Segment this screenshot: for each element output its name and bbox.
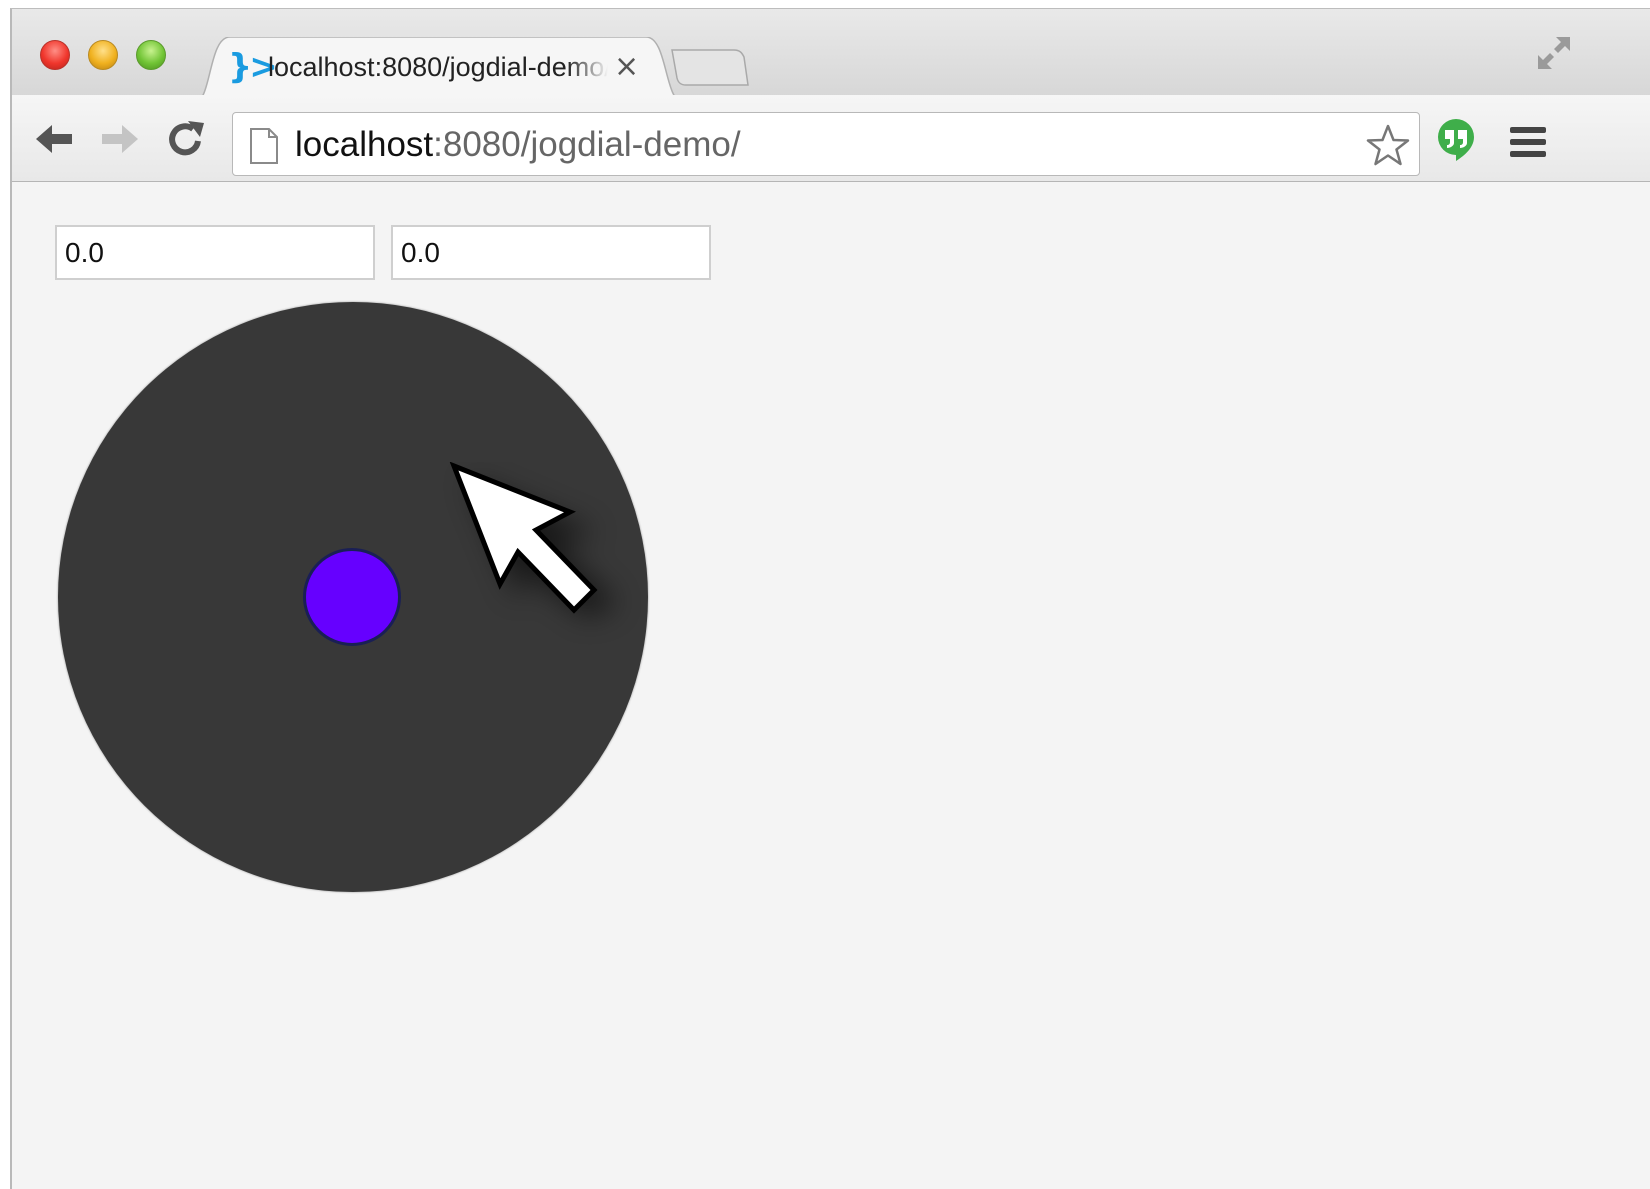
- tab-close-icon[interactable]: ×: [614, 49, 639, 84]
- new-tab-button[interactable]: [670, 47, 750, 89]
- y-value-input[interactable]: [391, 225, 711, 280]
- fullscreen-icon[interactable]: [1534, 33, 1574, 73]
- address-bar[interactable]: localhost:8080/jogdial-demo/: [232, 112, 1420, 176]
- tab-strip: }> localhost:8080/jogdial-demo/ ×: [12, 9, 1650, 103]
- page-icon: [250, 128, 278, 164]
- hamburger-menu-icon[interactable]: [1508, 125, 1548, 159]
- minimize-window-button[interactable]: [88, 40, 118, 70]
- zoom-window-button[interactable]: [136, 40, 166, 70]
- tab-title: localhost:8080/jogdial-demo/: [268, 52, 608, 82]
- close-window-button[interactable]: [40, 40, 70, 70]
- x-value-input[interactable]: [55, 225, 375, 280]
- reload-icon[interactable]: [164, 117, 208, 161]
- url-host: localhost: [295, 125, 434, 164]
- jog-dial-knob[interactable]: [303, 548, 401, 646]
- mouse-cursor-icon: [449, 462, 618, 618]
- browser-toolbar: localhost:8080/jogdial-demo/: [12, 95, 1650, 182]
- forward-arrow-icon[interactable]: [98, 117, 142, 161]
- url-text[interactable]: localhost:8080/jogdial-demo/: [295, 125, 741, 165]
- back-arrow-icon[interactable]: [32, 117, 76, 161]
- tab-active[interactable]: }> localhost:8080/jogdial-demo/ ×: [194, 37, 694, 103]
- bookmark-star-icon[interactable]: [1365, 123, 1411, 169]
- hangouts-icon[interactable]: [1436, 117, 1476, 163]
- page-content: [12, 182, 1650, 1189]
- url-path: :8080/jogdial-demo/: [433, 125, 741, 164]
- browser-window: }> localhost:8080/jogdial-demo/ × localh…: [10, 8, 1650, 1189]
